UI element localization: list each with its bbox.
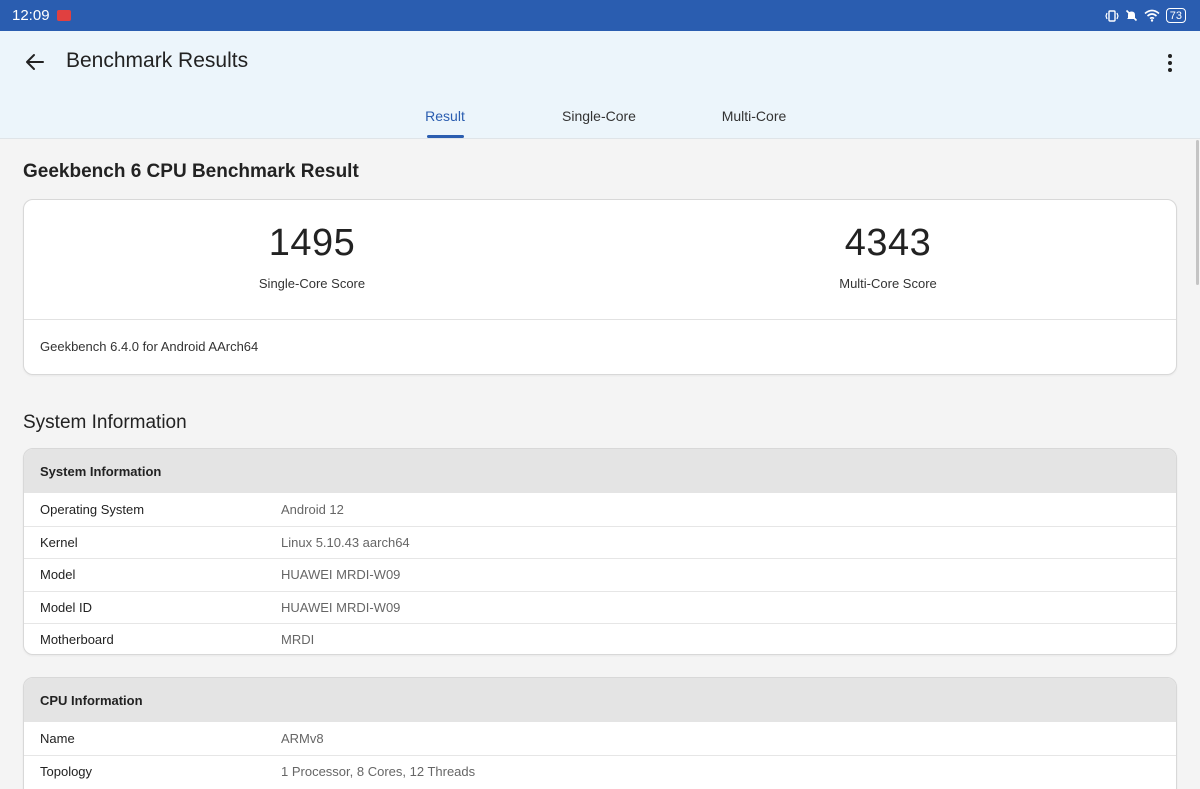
benchmark-version: Geekbench 6.4.0 for Android AArch64 <box>40 339 259 354</box>
tab-bar: Result Single-Core Multi-Core <box>0 107 1200 139</box>
status-bar: 12:09 73 <box>0 0 1200 31</box>
back-arrow-icon[interactable] <box>22 49 48 75</box>
more-options-icon[interactable] <box>1160 51 1180 75</box>
wifi-icon <box>1144 9 1160 22</box>
table-row: Model HUAWEI MRDI-W09 <box>24 558 1176 591</box>
row-key: Topology <box>40 763 93 779</box>
battery-icon: 73 <box>1165 8 1186 23</box>
mute-icon <box>1125 9 1137 22</box>
notification-badge-icon <box>56 10 71 21</box>
table-row: Name ARMv8 <box>24 722 1176 755</box>
table-row: Motherboard MRDI <box>24 623 1176 654</box>
battery-level: 73 <box>1169 9 1182 22</box>
tab-multi-core[interactable]: Multi-Core <box>722 108 787 124</box>
multi-core-score-block[interactable]: 4343 Multi-Core Score <box>600 200 1176 291</box>
vibrate-icon <box>1105 9 1119 22</box>
system-info-table: System Information Operating System Andr… <box>23 448 1177 655</box>
table-row: Model ID HUAWEI MRDI-W09 <box>24 590 1176 624</box>
table-header: CPU Information <box>24 678 1176 722</box>
score-card: 1495 Single-Core Score 4343 Multi-Core S… <box>23 199 1177 375</box>
multi-core-label: Multi-Core Score <box>839 276 937 291</box>
table-row: Kernel Linux 5.10.43 aarch64 <box>24 525 1176 559</box>
table-row: Operating System Android 12 <box>24 493 1176 526</box>
cpu-info-table: CPU Information Name ARMv8 Topology 1 Pr… <box>23 677 1177 789</box>
tab-result[interactable]: Result <box>425 108 465 124</box>
row-value: HUAWEI MRDI-W09 <box>281 567 401 583</box>
cpu-info-rows: Name ARMv8 Topology 1 Processor, 8 Cores… <box>24 722 1176 787</box>
page-title: Benchmark Results <box>66 49 249 72</box>
app-bar: Benchmark Results Result Single-Core Mul… <box>0 31 1200 139</box>
row-key: Operating System <box>40 501 145 517</box>
tab-single-core[interactable]: Single-Core <box>562 108 636 124</box>
single-core-score: 1495 <box>268 222 356 264</box>
row-key: Name <box>40 730 75 746</box>
row-key: Model ID <box>40 599 93 615</box>
status-time: 12:09 <box>12 7 50 24</box>
row-value: Linux 5.10.43 aarch64 <box>281 534 410 550</box>
row-value: 1 Processor, 8 Cores, 12 Threads <box>281 763 476 779</box>
row-value: HUAWEI MRDI-W09 <box>281 599 401 615</box>
row-key: Kernel <box>40 534 78 550</box>
table-header: System Information <box>24 449 1176 493</box>
row-value: Android 12 <box>281 501 344 517</box>
table-row: Topology 1 Processor, 8 Cores, 12 Thread… <box>24 754 1176 788</box>
row-value: MRDI <box>281 632 315 648</box>
single-core-label: Single-Core Score <box>258 276 366 291</box>
result-content: Geekbench 6 CPU Benchmark Result 1495 Si… <box>0 139 1200 789</box>
benchmark-heading: Geekbench 6 CPU Benchmark Result <box>23 161 359 182</box>
single-core-score-block[interactable]: 1495 Single-Core Score <box>24 200 600 291</box>
row-key: Motherboard <box>40 632 114 648</box>
active-tab-indicator <box>427 135 464 138</box>
row-key: Model <box>40 567 76 583</box>
divider <box>24 319 1176 320</box>
row-value: ARMv8 <box>281 730 324 746</box>
system-info-rows: Operating System Android 12 Kernel Linux… <box>24 493 1176 654</box>
multi-core-score: 4343 <box>844 222 932 264</box>
system-info-heading: System Information <box>23 412 187 433</box>
